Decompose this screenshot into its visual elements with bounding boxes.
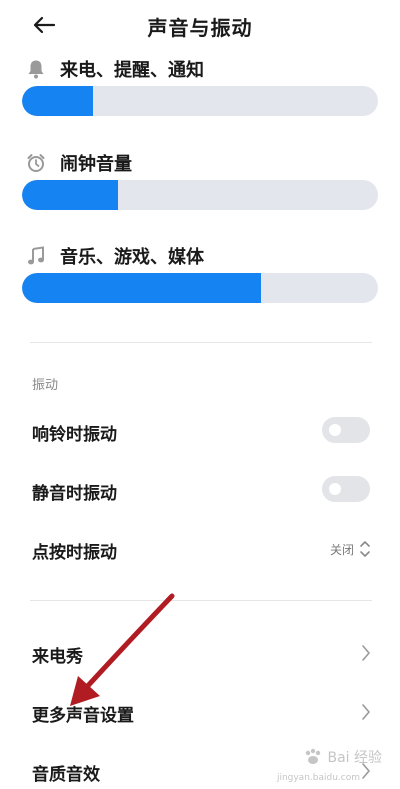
- watermark-logo: Bai 经验: [303, 747, 382, 767]
- setting-row-caller-show[interactable]: 来电秀: [0, 630, 400, 678]
- section-label-vibration: 振动: [32, 378, 59, 393]
- watermark-brand: Bai 经验: [327, 750, 382, 766]
- chevron-right-icon: [362, 645, 370, 661]
- volume-slider-alarm[interactable]: [22, 180, 378, 210]
- chevron-right-icon: [362, 704, 370, 720]
- volume-label-alarm: 闹钟音量: [26, 150, 132, 176]
- toggle-knob: [329, 483, 341, 495]
- alarm-clock-icon: [26, 153, 46, 173]
- divider: [30, 342, 372, 343]
- volume-slider-fill: [22, 86, 94, 116]
- top-bar: 声音与振动: [0, 0, 400, 50]
- toggle-knob: [329, 424, 341, 436]
- setting-label: 更多声音设置: [32, 706, 134, 726]
- volume-slider-fill: [22, 273, 261, 303]
- bell-icon: [26, 59, 46, 79]
- watermark-url: jingyan.baidu.com: [276, 773, 360, 783]
- volume-slider-fill: [22, 180, 119, 210]
- setting-row-more-sound[interactable]: 更多声音设置: [0, 689, 400, 737]
- volume-label-text: 音乐、游戏、媒体: [60, 247, 204, 268]
- setting-value: 关闭: [329, 543, 354, 557]
- volume-label-text: 来电、提醒、通知: [60, 60, 204, 81]
- setting-label: 来电秀: [32, 647, 83, 667]
- page-title: 声音与振动: [147, 16, 253, 40]
- volume-slider-media[interactable]: [22, 273, 378, 303]
- paw-icon: [306, 748, 321, 764]
- setting-label: 音质音效: [32, 765, 100, 785]
- setting-row-touch-vibrate[interactable]: 点按时振动 关闭: [0, 526, 400, 574]
- setting-label: 静音时振动: [32, 484, 117, 504]
- volume-slider-notifications[interactable]: [22, 86, 378, 116]
- volume-label-notifications: 来电、提醒、通知: [26, 56, 204, 82]
- setting-label: 点按时振动: [32, 543, 117, 563]
- ring-vibrate-toggle[interactable]: [322, 417, 370, 443]
- up-down-chevron-icon: [360, 541, 370, 557]
- divider: [30, 600, 372, 601]
- volume-label-text: 闹钟音量: [60, 154, 132, 175]
- silent-vibrate-toggle[interactable]: [322, 476, 370, 502]
- music-note-icon: [26, 246, 46, 266]
- setting-label: 响铃时振动: [32, 425, 117, 445]
- setting-row-silent-vibrate[interactable]: 静音时振动: [0, 467, 400, 515]
- setting-row-ring-vibrate[interactable]: 响铃时振动: [0, 408, 400, 456]
- volume-label-media: 音乐、游戏、媒体: [26, 243, 204, 269]
